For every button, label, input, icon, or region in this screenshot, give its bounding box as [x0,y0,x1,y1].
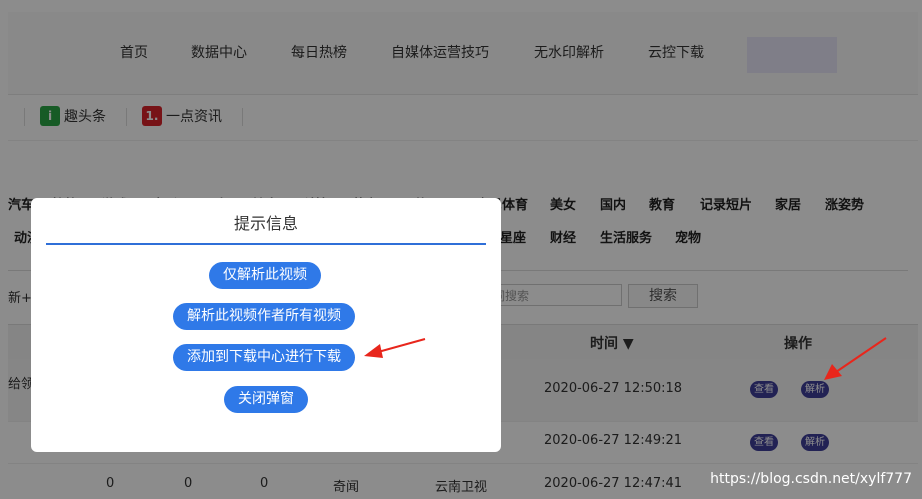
red-arrow-icon [364,338,426,358]
annotation-arrows [364,337,887,380]
watermark: https://blog.csdn.net/xylf777 [710,471,912,487]
red-arrow-icon [824,337,887,380]
